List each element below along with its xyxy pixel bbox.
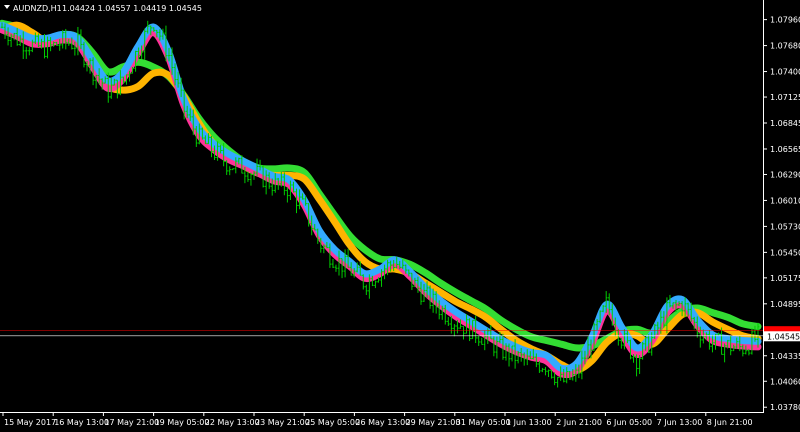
y-tick-label: 1.06845 xyxy=(770,119,800,128)
x-tick-label: 29 May 21:00 xyxy=(406,418,461,427)
y-tick-label: 1.07400 xyxy=(770,68,800,77)
x-tick-label: 22 May 13:00 xyxy=(205,418,260,427)
y-tick-label: 1.07125 xyxy=(770,93,800,102)
price-boxes: 1.046001.04545 xyxy=(764,326,800,342)
x-tick-label: 31 May 05:00 xyxy=(456,418,511,427)
y-tick-label: 1.04060 xyxy=(770,377,800,386)
x-tick-label: 6 Jun 05:00 xyxy=(606,418,652,427)
x-tick-label: 23 May 21:00 xyxy=(255,418,310,427)
ohlc-quotes: 1.04424 1.04557 1.04419 1.04545 xyxy=(62,4,202,13)
x-tick-label: 8 Jun 21:00 xyxy=(707,418,753,427)
y-tick-label: 1.05450 xyxy=(770,248,800,257)
x-tick-label: 1 Jun 13:00 xyxy=(506,418,552,427)
current-price-label: 1.04545 xyxy=(767,332,800,341)
x-tick-label: 7 Jun 13:00 xyxy=(657,418,703,427)
y-tick-label: 1.05175 xyxy=(770,274,800,283)
y-tick-label: 1.06010 xyxy=(770,196,800,205)
y-tick-label: 1.06290 xyxy=(770,170,800,179)
y-tick-label: 1.07960 xyxy=(770,16,800,25)
x-tick-label: 26 May 13:00 xyxy=(355,418,410,427)
x-tick-label: 19 May 05:00 xyxy=(155,418,210,427)
x-tick-label: 17 May 21:00 xyxy=(104,418,159,427)
x-tick-label: 15 May 2017 xyxy=(4,418,56,427)
symbol-label: AUDNZD,H1 xyxy=(13,4,62,13)
y-tick-label: 1.06565 xyxy=(770,145,800,154)
x-tick-label: 2 Jun 21:00 xyxy=(556,418,602,427)
chart-header: AUDNZD,H1 1.04424 1.04557 1.04419 1.0454… xyxy=(4,4,202,13)
y-tick-label: 1.07680 xyxy=(770,42,800,51)
price-chart[interactable]: 1.07960 1.07680 1.07400 1.07125 1.06845 1.065… xyxy=(0,0,800,432)
x-tick-label: 16 May 13:00 xyxy=(54,418,109,427)
x-tick-label: 25 May 05:00 xyxy=(305,418,360,427)
y-tick-label: 1.04335 xyxy=(770,352,800,361)
y-tick-label: 1.03780 xyxy=(770,403,800,412)
y-tick-label: 1.04895 xyxy=(770,300,800,309)
y-tick-label: 1.05730 xyxy=(770,222,800,231)
